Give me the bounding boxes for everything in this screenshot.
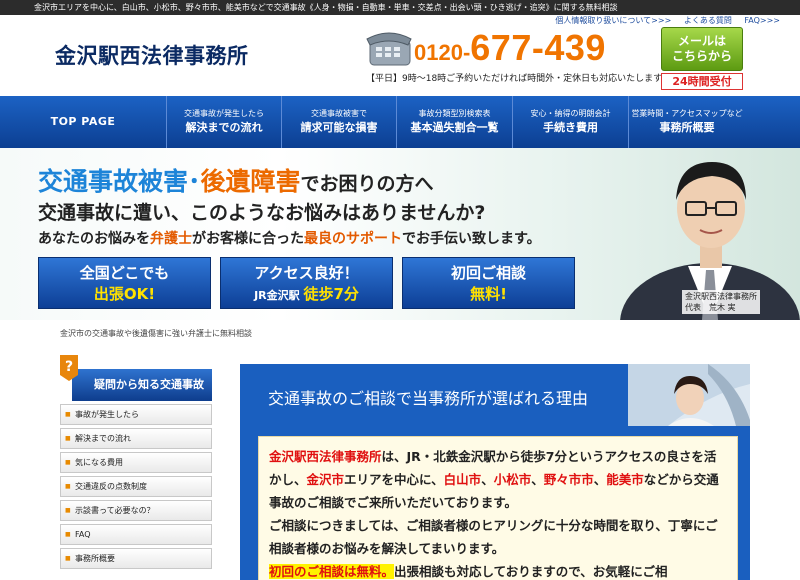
mail-button-line2: こちらから — [671, 49, 732, 63]
telephone-icon — [366, 32, 412, 66]
nav-sublabel: 交通事故が発生したら — [184, 109, 264, 118]
hero-btn-nationwide[interactable]: 全国どこでも 出張OK! — [38, 257, 211, 309]
sidebar-item-flow[interactable]: 解決までの流れ — [60, 428, 212, 449]
nav-office[interactable]: 営業時間・アクセスマップなど 事務所概要 — [629, 96, 745, 148]
text-run: 、 — [481, 472, 494, 487]
top-info-bar: 金沢市エリアを中心に、白山市、小松市、野々市市、能美市などで交通事故《人身・物損… — [0, 0, 800, 15]
sidebar-item-settlement[interactable]: 示談書って必要なの？ — [60, 500, 212, 521]
city-kanazawa: 金沢市 — [306, 472, 345, 487]
text-run: 出張相談も対応しておりますので、お気軽にご相 — [394, 564, 668, 579]
main-section-title: 交通事故のご相談で当事務所が選ばれる理由 — [268, 389, 589, 408]
privacy-link[interactable]: 個人情報取り扱いについて>>> — [555, 16, 671, 25]
main-paragraph-3: 初回のご相談は無料。出張相談も対応しておりますので、お気軽にご相 — [269, 560, 727, 580]
faq-link[interactable]: よくある質問 — [684, 16, 732, 25]
city-komatsu: 小松市 — [493, 472, 532, 487]
phone-number[interactable]: 0120-677-439 — [414, 27, 606, 69]
nav-label: TOP PAGE — [50, 115, 116, 128]
hero-banner: 交通事故被害･後遺障害でお困りの方へ 交通事故に遭い、このようなお悩みはありませ… — [0, 148, 800, 320]
hero-btn-highlight: 徒歩7分 — [303, 285, 359, 303]
hero-headline: 交通事故被害･後遺障害でお困りの方へ — [38, 162, 434, 198]
sidebar-item-faq[interactable]: FAQ — [60, 524, 212, 545]
hero-l3-b: 弁護士 — [150, 231, 192, 247]
hero-btn-free[interactable]: 初回ご相談 無料! — [402, 257, 575, 309]
lawyer-caption: 金沢駅西法律事務所 代表 荒木 実 — [682, 290, 760, 314]
main-paragraph-1: 金沢駅西法律事務所は、JR・北鉄金沢駅から徒歩7分というアクセスの良さを活かし、… — [269, 445, 727, 514]
nav-sublabel: 安心・納得の明朗会計 — [530, 109, 611, 118]
caption-office: 金沢駅西法律事務所 — [685, 292, 757, 301]
svg-text:?: ? — [65, 359, 73, 375]
caption-name: 代表 荒木 実 — [685, 303, 736, 312]
hero-btn-line2: 出張OK! — [39, 284, 210, 306]
hero-support-text: あなたのお悩みを弁護士がお客様に合った最良のサポートでお手伝い致します。 — [38, 228, 541, 248]
hero-l3-a: あなたのお悩みを — [38, 231, 150, 247]
hero-l3-c: がお客様に合った — [192, 231, 304, 247]
woman-in-car-image — [628, 364, 750, 426]
hero-btn-highlight: 出張OK! — [93, 285, 156, 303]
nav-sublabel: 営業時間・アクセスマップなど — [631, 109, 743, 118]
nav-label: 事務所概要 — [659, 121, 715, 134]
header: 個人情報取り扱いについて>>> よくある質問 FAQ>>> 金沢駅西法律事務所 … — [0, 15, 800, 96]
question-book-icon: ? — [60, 355, 78, 381]
main-paragraph-2: ご相談につきましては、ご相談者様のヒアリングに十分な時間を取り、丁寧にご相談者様… — [269, 518, 718, 556]
city-nomi: 能美市 — [606, 472, 644, 487]
free-consult-highlight: 初回のご相談は無料。 — [269, 564, 395, 579]
site-logo[interactable]: 金沢駅西法律事務所 — [55, 40, 249, 70]
hero-headline-a: 交通事故被害 — [38, 167, 189, 196]
office-name-highlight: 金沢駅西法律事務所 — [269, 449, 382, 464]
sidebar-item-fees[interactable]: 気になる費用 — [60, 452, 212, 473]
mail-contact-button[interactable]: メールは こちらから — [661, 27, 743, 71]
nav-flow[interactable]: 交通事故が発生したら 解決までの流れ — [167, 96, 282, 148]
text-run: エリアを中心に、 — [344, 472, 444, 487]
nav-top-page[interactable]: TOP PAGE — [0, 96, 167, 148]
business-hours: 【平日】9時～18時ご予約いただければ時間外・定休日も対応いたします — [366, 74, 663, 84]
main-section-body: 金沢駅西法律事務所は、JR・北鉄金沢駅から徒歩7分というアクセスの良さを活かし、… — [258, 436, 738, 580]
hero-btn-line1: 初回ご相談 — [450, 264, 526, 282]
nav-label: 基本過失割合一覧 — [410, 121, 499, 134]
nav-sublabel: 交通事故被害で — [311, 109, 367, 118]
nav-fault-ratio[interactable]: 事故分類型別検索表 基本過失割合一覧 — [397, 96, 513, 148]
header-links: 個人情報取り扱いについて>>> よくある質問 FAQ>>> — [545, 15, 780, 26]
text-run: 、 — [531, 472, 544, 487]
nav-sublabel: 事故分類型別検索表 — [418, 109, 491, 118]
breadcrumb: 金沢市の交通事故や後遺傷害に強い弁護士に無料相談 — [60, 329, 252, 338]
city-hakusan: 白山市 — [443, 472, 482, 487]
sidebar-item-office[interactable]: 事務所概要 — [60, 548, 212, 569]
nav-fees[interactable]: 安心・納得の明朗会計 手続き費用 — [513, 96, 629, 148]
sidebar-item-points[interactable]: 交通違反の点数制度 — [60, 476, 212, 497]
sidebar-menu: 事故が発生したら 解決までの流れ 気になる費用 交通違反の点数制度 示談書って必… — [60, 404, 212, 572]
hero-headline-c: でお困りの方へ — [300, 173, 434, 195]
sidebar-heading-label: 疑問から知る交通事故 — [72, 369, 212, 401]
faq-en-link[interactable]: FAQ>>> — [744, 16, 780, 25]
city-nonoichi: 野々市市 — [543, 472, 594, 487]
sidebar-item-accident[interactable]: 事故が発生したら — [60, 404, 212, 425]
nav-damages[interactable]: 交通事故被害で 請求可能な損害 — [282, 96, 397, 148]
hero-l3-e: でお手伝い致します。 — [402, 231, 541, 247]
hero-btn-line1: 全国どこでも — [79, 264, 170, 282]
nav-label: 手続き費用 — [543, 121, 598, 134]
hero-question: 交通事故に遭い、このようなお悩みはありませんか? — [38, 202, 486, 224]
hero-btn-line2: 無料! — [403, 284, 574, 306]
mail-button-line1: メールは — [677, 34, 726, 48]
nav-label: 請求可能な損害 — [300, 121, 378, 134]
text-run: 、 — [593, 472, 607, 487]
hero-headline-dot: ･ — [188, 167, 201, 196]
hero-l3-d: 最良のサポート — [304, 231, 402, 247]
nav-label: 解決までの流れ — [185, 121, 263, 134]
hero-btn-highlight: 無料! — [470, 285, 507, 303]
phone-prefix: 0120- — [414, 40, 471, 65]
phone-main: 677-439 — [470, 27, 606, 68]
sidebar-heading: 疑問から知る交通事故 ? — [58, 355, 212, 405]
hero-headline-b: 後遺障害 — [200, 167, 301, 196]
hero-btn-line1: アクセス良好！ — [254, 264, 359, 282]
hero-btn-line2: JR金沢駅 徒歩7分 — [221, 284, 392, 306]
hero-btn-access[interactable]: アクセス良好！ JR金沢駅 徒歩7分 — [220, 257, 393, 309]
global-nav: TOP PAGE 交通事故が発生したら 解決までの流れ 交通事故被害で 請求可能… — [0, 96, 800, 148]
24h-badge: 24時間受付 — [661, 73, 743, 90]
hero-btn-prefix: JR金沢駅 — [254, 289, 304, 302]
